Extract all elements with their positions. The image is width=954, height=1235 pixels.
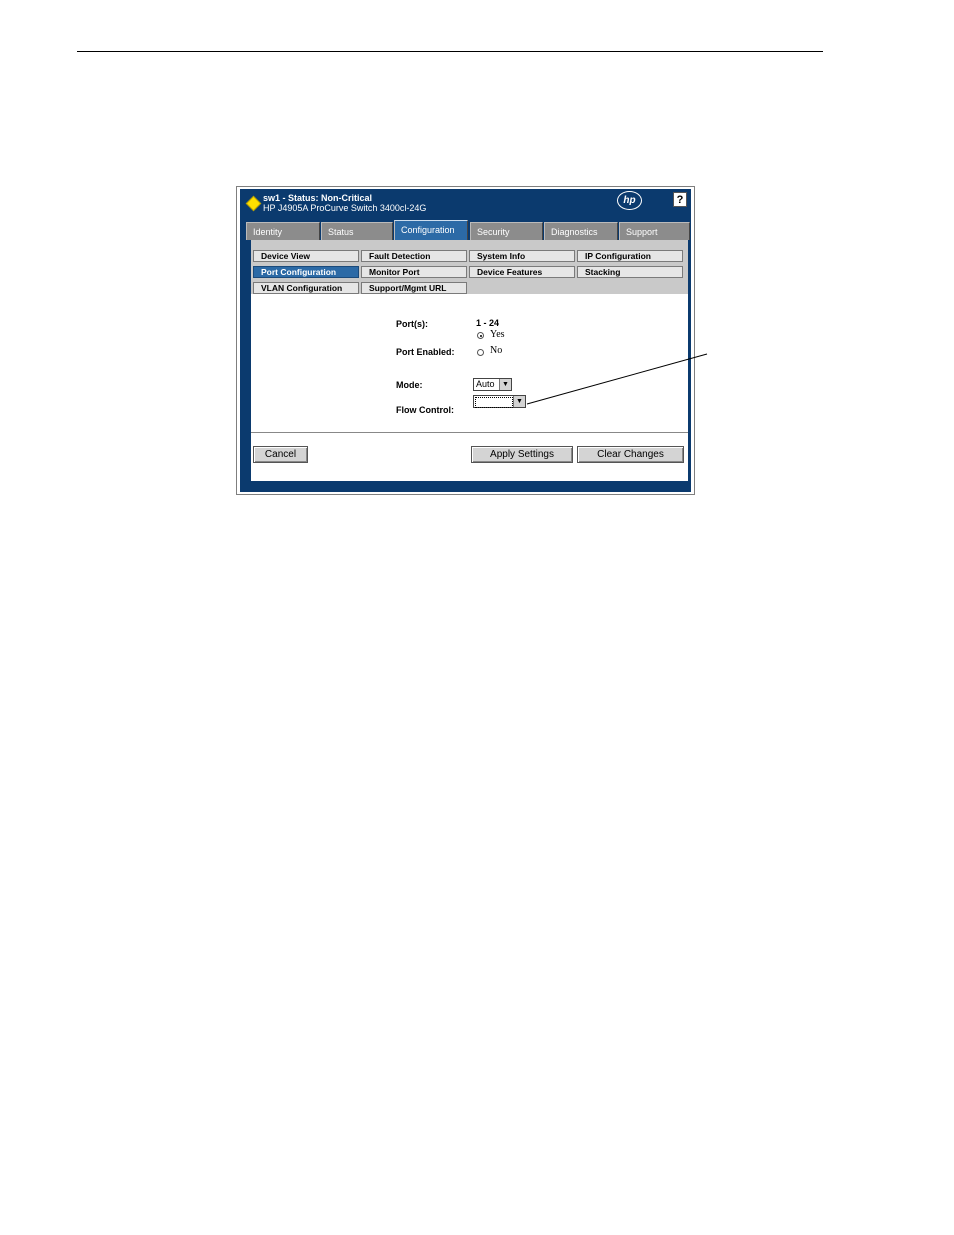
callout-leader-line xyxy=(526,353,708,405)
callout-line xyxy=(526,353,708,405)
